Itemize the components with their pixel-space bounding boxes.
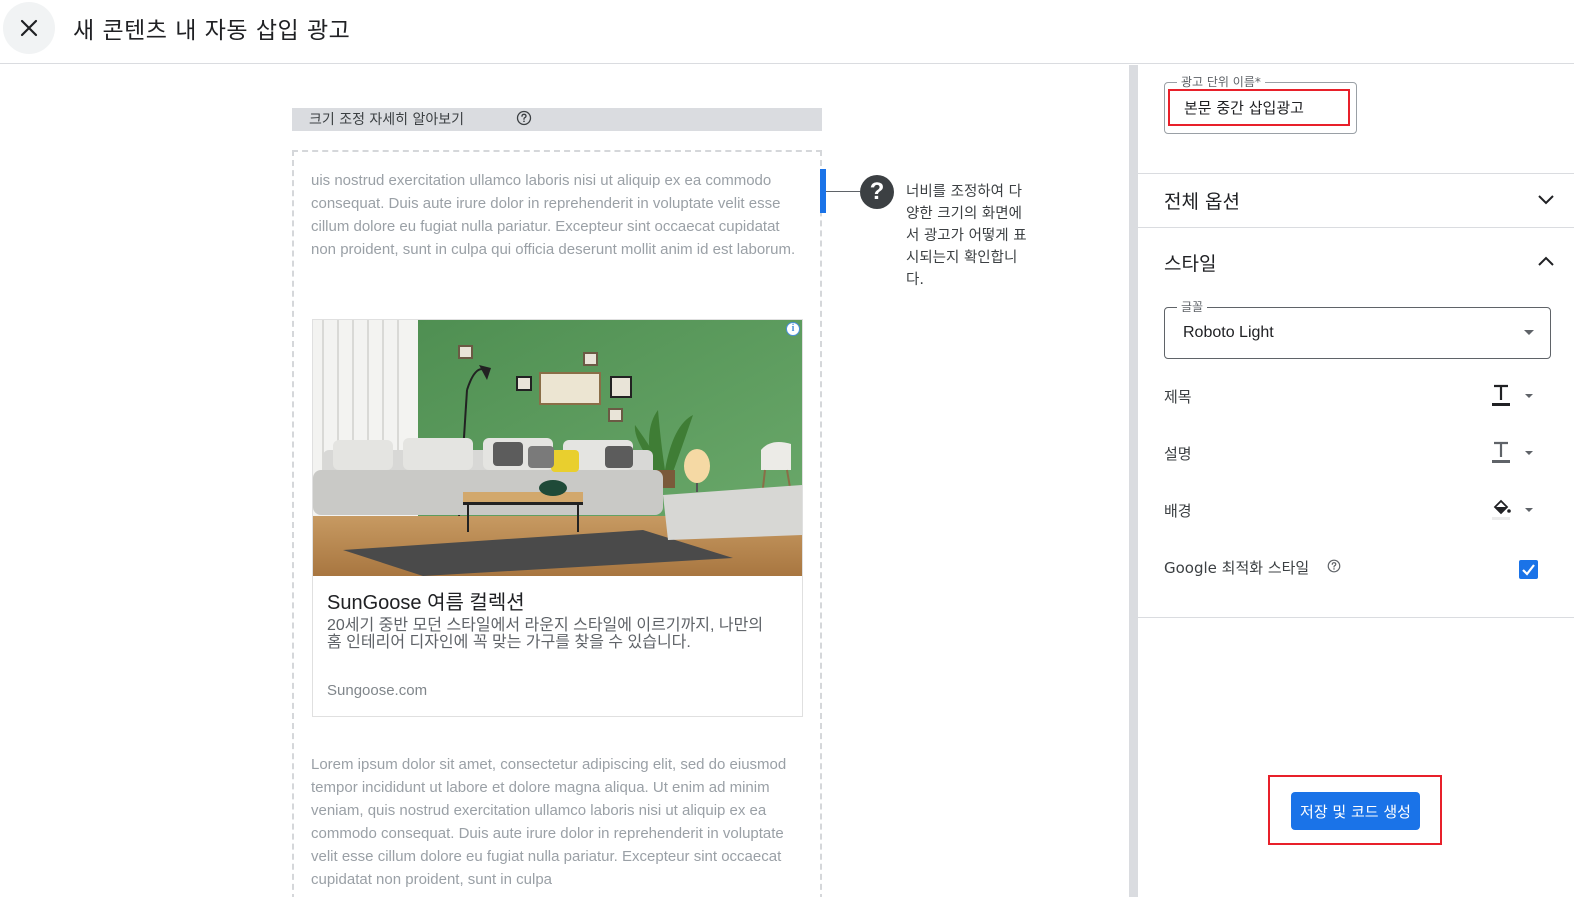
section-divider	[1138, 173, 1574, 174]
dropdown-arrow-icon	[1524, 330, 1534, 335]
caret-down-icon	[1525, 451, 1533, 455]
description-style-row: 설명	[1164, 438, 1544, 468]
save-and-get-code-button[interactable]: 저장 및 코드 생성	[1291, 792, 1420, 830]
sample-article-text-bottom: Lorem ipsum dolor sit amet, consectetur …	[311, 756, 787, 888]
resize-help-bar: 크기 조정 자세히 알아보기	[292, 108, 822, 131]
ad-image: i	[313, 320, 802, 576]
all-options-header[interactable]: 전체 옵션	[1164, 187, 1240, 214]
text-color-icon	[1492, 384, 1510, 406]
top-app-bar: 새 콘텐츠 내 자동 삽입 광고	[0, 0, 1574, 64]
in-article-ad-card[interactable]: i SunGoose 여름 컬렉션 20세기 중반 모던 스타일에서 라운지 스…	[312, 319, 803, 717]
background-color-picker[interactable]	[1490, 495, 1540, 525]
ad-description: 20세기 중반 모던 스타일에서 라운지 스타일에 이르기까지, 나만의 홈 인…	[327, 617, 764, 651]
sample-article-text-top: uis nostrud exercitation ullamco laboris…	[311, 172, 796, 258]
ad-unit-name-field[interactable]: 광고 단위 이름* 본문 중간 삽입광고	[1164, 73, 1357, 134]
ad-unit-name-label: 광고 단위 이름*	[1177, 73, 1265, 90]
caret-down-icon	[1525, 394, 1533, 398]
ad-choices-icon[interactable]: i	[786, 322, 800, 336]
resize-hint-text: 너비를 조정하여 다양한 크기의 화면에서 광고가 어떻게 표시되는지 확인합니…	[906, 184, 1027, 288]
style-header[interactable]: 스타일	[1164, 249, 1216, 276]
help-icon[interactable]	[515, 109, 533, 127]
question-icon: ?	[860, 175, 894, 209]
google-optimized-checkbox[interactable]	[1519, 560, 1538, 579]
google-optimized-label: Google 최적화 스타일	[1164, 559, 1310, 577]
description-style-label: 설명	[1164, 445, 1192, 463]
chevron-up-icon[interactable]	[1536, 254, 1556, 268]
section-divider	[1138, 227, 1574, 228]
page-title: 새 콘텐츠 내 자동 삽입 광고	[73, 18, 351, 44]
font-select[interactable]: 글꼴 Roboto Light	[1164, 298, 1551, 359]
title-style-label: 제목	[1164, 388, 1192, 406]
settings-panel: 광고 단위 이름* 본문 중간 삽입광고 전체 옵션 스타일 글꼴 Roboto…	[1138, 65, 1574, 897]
resize-help-link[interactable]: 크기 조정 자세히 알아보기	[309, 109, 464, 129]
ad-preview-area: 크기 조정 자세히 알아보기 ? 너비를 조정하여 다양한 크기의 화면에서 광…	[0, 65, 1129, 897]
caret-down-icon	[1525, 508, 1533, 512]
background-style-label: 배경	[1164, 502, 1192, 520]
section-divider	[1138, 617, 1574, 618]
background-style-row: 배경	[1164, 495, 1544, 525]
save-button-highlight: 저장 및 코드 생성	[1268, 775, 1442, 845]
panel-divider	[1129, 65, 1138, 897]
ad-display-url[interactable]: Sungoose.com	[327, 682, 427, 699]
ad-headline[interactable]: SunGoose 여름 컬렉션	[327, 586, 525, 615]
font-select-value: Roboto Light	[1183, 324, 1274, 341]
google-optimized-row: Google 최적화 스타일	[1164, 552, 1544, 582]
title-color-picker[interactable]	[1490, 381, 1540, 411]
close-icon	[20, 19, 38, 37]
font-select-label: 글꼴	[1177, 298, 1208, 315]
check-icon	[1522, 564, 1535, 576]
living-room-illustration	[313, 320, 802, 576]
help-icon[interactable]	[1326, 558, 1342, 574]
text-color-icon	[1492, 441, 1510, 463]
description-color-picker[interactable]	[1490, 438, 1540, 468]
ad-unit-name-input[interactable]: 본문 중간 삽입광고	[1168, 89, 1350, 126]
chevron-down-icon[interactable]	[1536, 193, 1556, 207]
hint-connector-line	[826, 191, 860, 192]
title-style-row: 제목	[1164, 381, 1544, 411]
fill-color-icon	[1492, 499, 1511, 520]
close-button[interactable]	[3, 2, 55, 54]
